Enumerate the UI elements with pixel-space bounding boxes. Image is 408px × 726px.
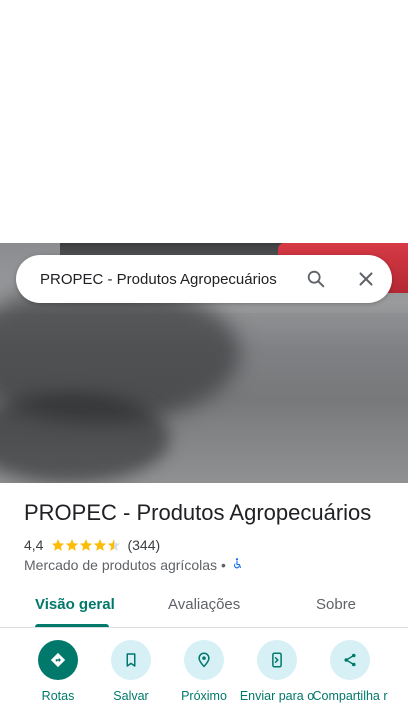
directions-label: Rotas	[41, 689, 75, 703]
send-to-phone-button[interactable]: Enviar para o	[239, 640, 315, 704]
place-category: Mercado de produtos agrícolas	[24, 557, 217, 573]
nearby-icon	[198, 652, 210, 668]
share-button[interactable]: Compartilha r	[312, 640, 388, 704]
rating-value: 4,4	[24, 537, 44, 553]
rating-stars	[51, 538, 121, 552]
tab-bar: Visão geral Avaliações Sobre	[0, 584, 408, 628]
tab-overview[interactable]: Visão geral	[35, 596, 115, 613]
star-full-icon	[80, 539, 93, 551]
search-icon[interactable]	[296, 259, 336, 299]
active-tab-indicator	[35, 624, 109, 627]
rating-row[interactable]: 4,4 (344)	[24, 536, 160, 554]
star-full-icon	[52, 539, 65, 551]
wheelchair-accessible-icon	[230, 557, 244, 574]
review-count: (344)	[127, 537, 161, 553]
category-row: Mercado de produtos agrícolas •	[24, 556, 244, 574]
close-icon[interactable]	[346, 259, 386, 299]
star-half-icon	[108, 539, 121, 551]
separator-dot: •	[221, 557, 226, 573]
send-to-phone-icon	[272, 652, 282, 668]
search-input[interactable]: PROPEC - Produtos Agropecuários	[40, 271, 296, 288]
blank-top-area	[0, 0, 408, 243]
share-icon	[344, 653, 356, 667]
directions-icon	[50, 652, 66, 668]
send-to-phone-label: Enviar para o	[239, 689, 315, 703]
search-bar[interactable]: PROPEC - Produtos Agropecuários	[16, 255, 392, 303]
directions-button[interactable]: Rotas	[20, 640, 96, 704]
tab-reviews[interactable]: Avaliações	[168, 596, 240, 613]
bookmark-icon	[126, 653, 136, 667]
save-button[interactable]: Salvar	[93, 640, 169, 704]
save-label: Salvar	[113, 689, 149, 703]
nearby-label: Próximo	[181, 689, 227, 703]
tab-about[interactable]: Sobre	[316, 596, 356, 613]
share-label: Compartilha r	[312, 689, 388, 703]
place-title: PROPEC - Produtos Agropecuários	[24, 500, 372, 525]
action-buttons: Rotas Salvar Próximo Enviar para o Compa…	[0, 640, 408, 726]
star-full-icon	[94, 539, 107, 551]
star-full-icon	[66, 539, 79, 551]
nearby-button[interactable]: Próximo	[166, 640, 242, 704]
